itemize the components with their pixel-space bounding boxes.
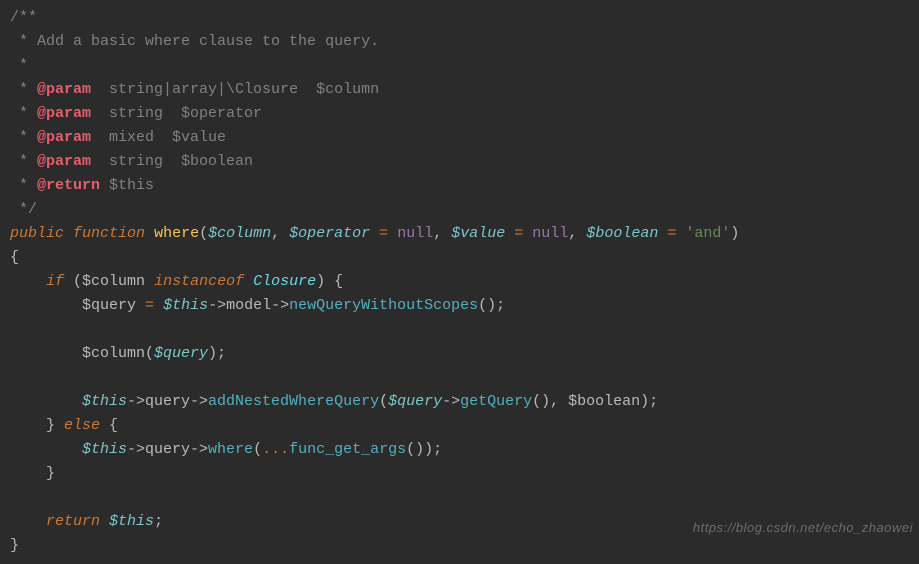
code-block: /** * Add a basic where clause to the qu… (0, 0, 919, 564)
doctag-param: @param (37, 153, 91, 170)
comment-line: * (10, 57, 28, 74)
if-line: if ($column instanceof Closure) { (10, 273, 343, 290)
brace-close: } (10, 537, 19, 554)
watermark-text: https://blog.csdn.net/echo_zhaowei (693, 516, 913, 540)
comment-line: */ (10, 201, 37, 218)
doctag-return: @return (37, 177, 100, 194)
doc-line: * @param string $operator (10, 105, 262, 122)
comment-line: /** (10, 9, 37, 26)
brace-open: { (10, 249, 19, 266)
doc-line: * @param string|array|\Closure $column (10, 81, 379, 98)
doc-line: * @return $this (10, 177, 154, 194)
brace-close: } (10, 465, 55, 482)
doctag-param: @param (37, 81, 91, 98)
function-signature: public function where($column, $operator… (10, 225, 739, 242)
stmt-line: $this->query->addNestedWhereQuery($query… (10, 393, 658, 410)
function-name: where (154, 225, 199, 242)
stmt-line: $query = $this->model->newQueryWithoutSc… (10, 297, 505, 314)
return-line: return $this; (10, 513, 163, 530)
stmt-line: $this->query->where(...func_get_args()); (10, 441, 442, 458)
else-line: } else { (10, 417, 118, 434)
doctag-param: @param (37, 129, 91, 146)
doctag-param: @param (37, 105, 91, 122)
doc-line: * @param string $boolean (10, 153, 253, 170)
doc-line: * @param mixed $value (10, 129, 226, 146)
stmt-line: $column($query); (10, 345, 226, 362)
comment-line: * Add a basic where clause to the query. (10, 33, 379, 50)
